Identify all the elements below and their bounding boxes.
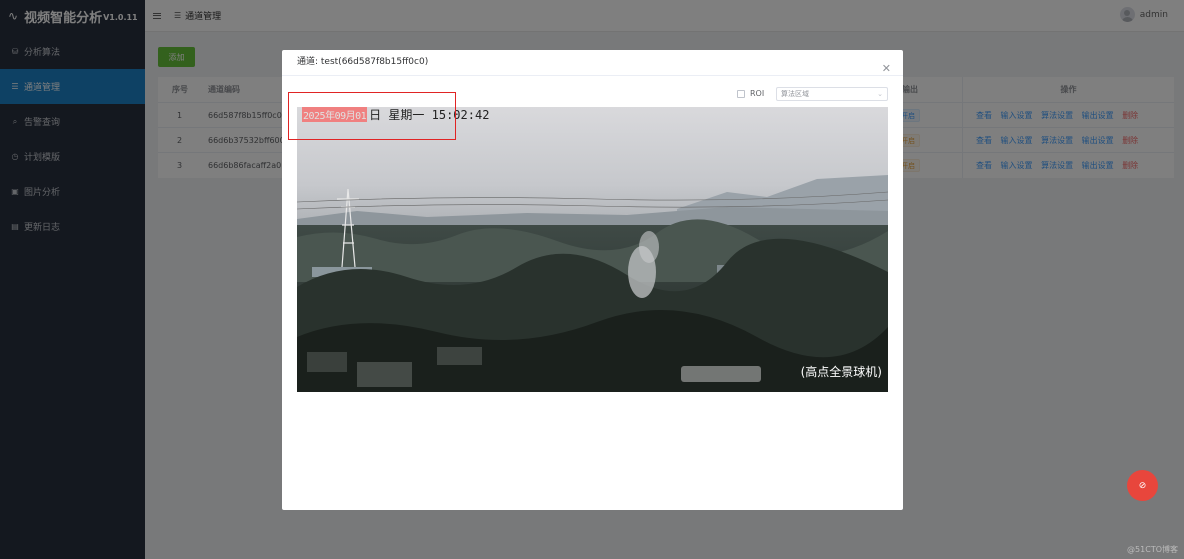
region-select-placeholder: 算法区域 — [781, 90, 809, 98]
chevron-down-icon: ⌄ — [877, 90, 883, 98]
roi-checkbox[interactable]: ROI — [737, 89, 764, 98]
blurred-label — [681, 366, 761, 382]
checkbox-box[interactable] — [737, 89, 745, 98]
watermark: @51CTO博客 — [1127, 545, 1178, 554]
floating-action-button[interactable]: ⊘ — [1127, 470, 1158, 501]
highlight-box — [288, 92, 456, 140]
divider — [282, 75, 903, 76]
close-icon[interactable]: ✕ — [882, 63, 891, 74]
pin-icon: ⊘ — [1138, 480, 1147, 491]
roi-label: ROI — [750, 89, 765, 98]
video-frame: 2025年09月01 日 星期一 15:02:42 (高点全景球机) — [297, 107, 888, 392]
video-scene — [297, 107, 888, 392]
region-select[interactable]: 算法区域 ⌄ — [776, 87, 888, 101]
camera-label: (高点全景球机) — [800, 365, 882, 379]
dialog-title: 通道: test(66d587f8b15ff0c0) — [297, 57, 429, 67]
